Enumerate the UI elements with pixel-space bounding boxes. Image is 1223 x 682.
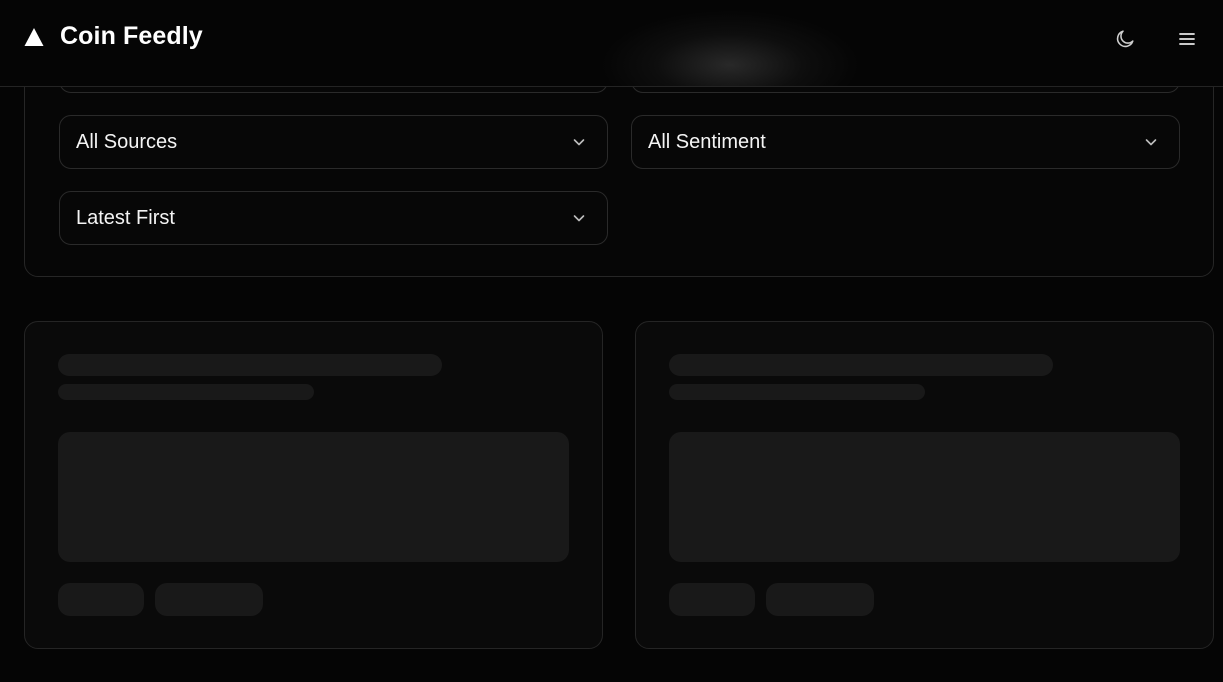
sentiment-filter-select[interactable]: All Sentiment <box>631 115 1180 169</box>
theme-toggle-button[interactable] <box>1110 24 1140 54</box>
sentiment-filter-value: All Sentiment <box>648 130 766 153</box>
brand-link[interactable]: Coin Feedly <box>24 22 203 51</box>
news-card-skeleton <box>635 321 1214 649</box>
source-filter-select[interactable]: All Sources <box>59 115 608 169</box>
skeleton-body <box>669 432 1180 562</box>
skeleton-tag <box>58 583 144 616</box>
skeleton-title <box>669 354 1053 376</box>
chevron-down-icon <box>573 139 585 146</box>
menu-button[interactable] <box>1172 24 1202 54</box>
page: All Sources All Sentiment Latest First C… <box>0 0 1223 682</box>
top-header: Coin Feedly <box>0 0 1223 87</box>
skeleton-body <box>58 432 569 562</box>
skeleton-tag <box>669 583 755 616</box>
skeleton-tag <box>766 583 874 616</box>
sort-order-value: Latest First <box>76 206 175 229</box>
app-name: Coin Feedly <box>60 22 203 50</box>
source-filter-value: All Sources <box>76 130 178 153</box>
skeleton-subtitle <box>669 384 925 400</box>
hamburger-menu-icon <box>1179 33 1195 45</box>
triangle-logo-icon <box>24 27 44 46</box>
skeleton-title <box>58 354 442 376</box>
news-card-skeleton <box>24 321 603 649</box>
header-glow <box>600 10 860 86</box>
moon-icon <box>1116 30 1134 48</box>
sort-order-select[interactable]: Latest First <box>59 191 608 245</box>
skeleton-tag <box>155 583 263 616</box>
skeleton-subtitle <box>58 384 314 400</box>
chevron-down-icon <box>1145 139 1157 146</box>
chevron-down-icon <box>573 215 585 222</box>
